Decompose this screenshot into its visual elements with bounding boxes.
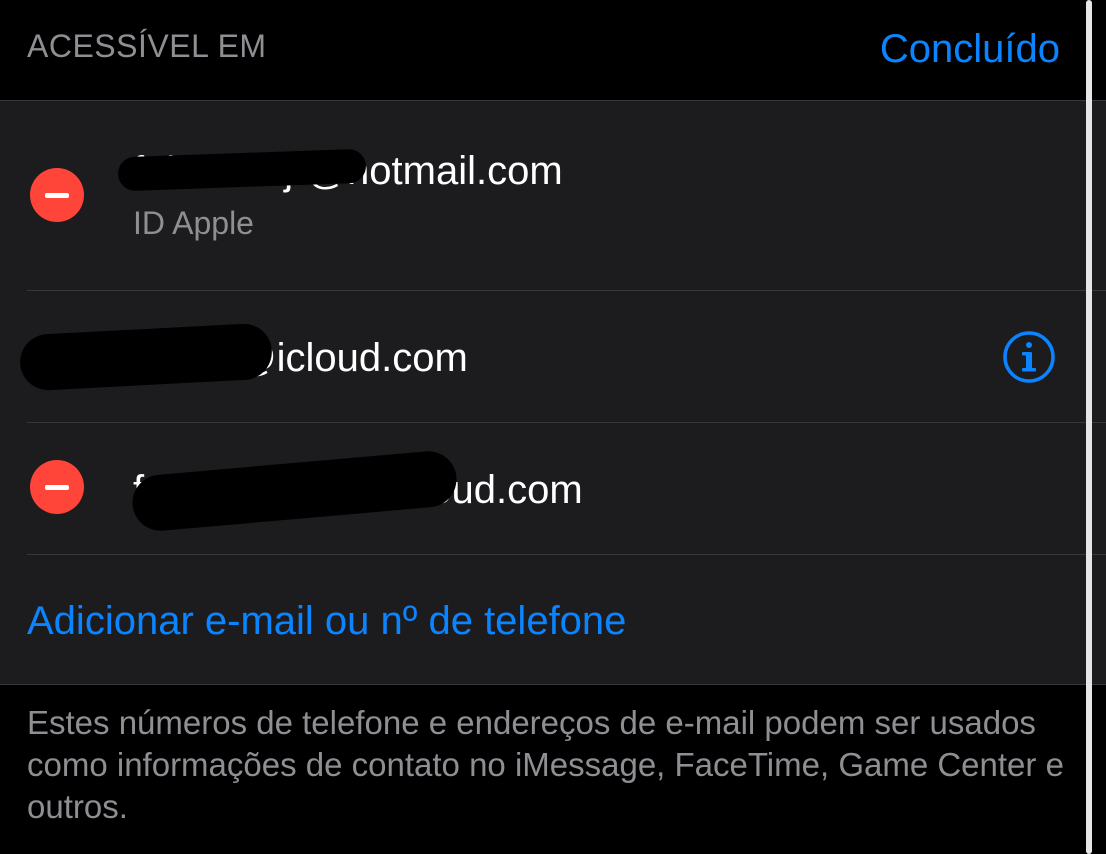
section-header: ACESSÍVEL EM Concluído xyxy=(0,0,1106,100)
done-button[interactable]: Concluído xyxy=(880,27,1060,72)
row-separator xyxy=(27,554,1106,555)
info-circle-icon[interactable] xyxy=(1002,330,1056,384)
list-item: fabi inhojr@hotmail.com ID Apple xyxy=(0,101,1106,290)
scrollbar[interactable] xyxy=(1086,0,1092,854)
delete-button[interactable] xyxy=(30,168,84,222)
minus-circle-icon xyxy=(45,193,69,198)
list-item: fabio nunior@icloud.com xyxy=(0,291,1106,422)
redaction-mark xyxy=(18,322,274,392)
apple-id-label: ID Apple xyxy=(133,205,254,241)
add-email-or-phone-link[interactable]: Adicionar e-mail ou nº de telefone xyxy=(27,599,626,644)
screen: ACESSÍVEL EM Concluído fabi inhojr@hotma… xyxy=(0,0,1106,854)
address-list: fabi inhojr@hotmail.com ID Apple fabio n… xyxy=(0,100,1106,685)
redaction-mark xyxy=(130,448,459,534)
section-title: ACESSÍVEL EM xyxy=(27,28,267,64)
list-item: fabio ojunior@icloud.com xyxy=(0,423,1106,554)
footer-description: Estes números de telefone e endereços de… xyxy=(27,704,1064,825)
minus-circle-icon xyxy=(45,485,69,490)
delete-button[interactable] xyxy=(30,460,84,514)
